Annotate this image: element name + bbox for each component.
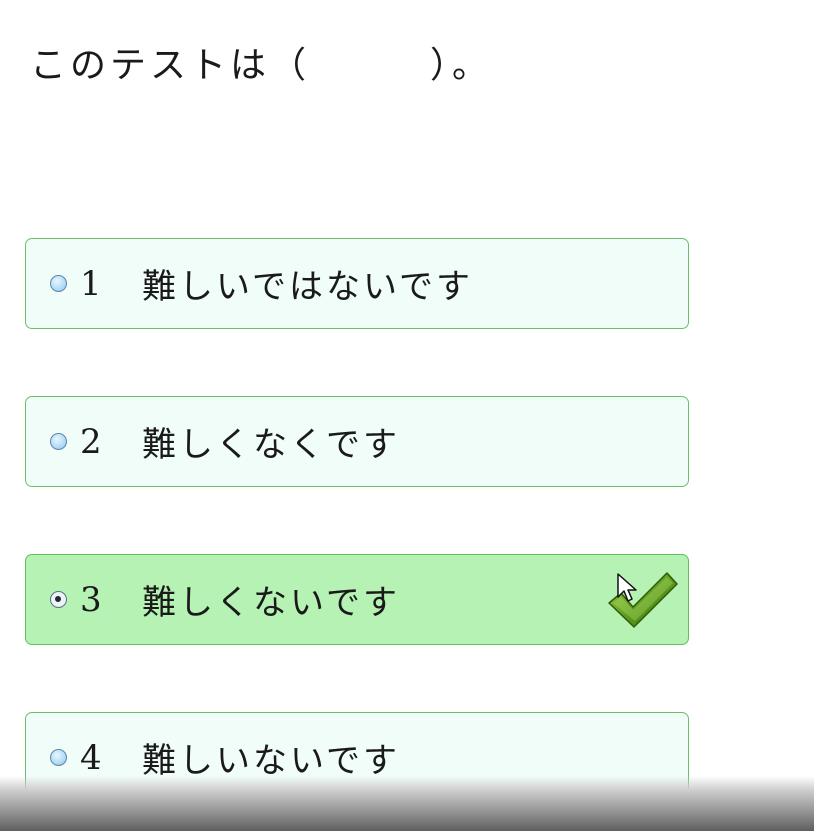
- choice-3[interactable]: 3 難しくないです: [25, 554, 689, 645]
- choice-1[interactable]: 1 難しいではないです: [25, 238, 689, 329]
- radio-button-3[interactable]: [50, 591, 67, 608]
- radio-button-2[interactable]: [50, 433, 67, 450]
- choice-number: 2: [80, 421, 102, 462]
- question-text: このテストは（ ）。: [30, 45, 493, 86]
- choice-2[interactable]: 2 難しくなくです: [25, 396, 689, 487]
- mouse-cursor-icon: [617, 573, 637, 602]
- choice-label: 難しいないです: [142, 741, 400, 781]
- taskbar-shadow: [0, 776, 814, 831]
- choice-label: 難しくないです: [142, 583, 400, 623]
- radio-button-4[interactable]: [50, 749, 67, 766]
- choice-label: 難しくなくです: [142, 425, 400, 465]
- radio-button-1[interactable]: [50, 275, 67, 292]
- choice-label: 難しいではないです: [142, 267, 473, 307]
- choice-number: 3: [80, 579, 102, 620]
- choice-number: 4: [80, 737, 102, 778]
- choice-number: 1: [80, 263, 102, 304]
